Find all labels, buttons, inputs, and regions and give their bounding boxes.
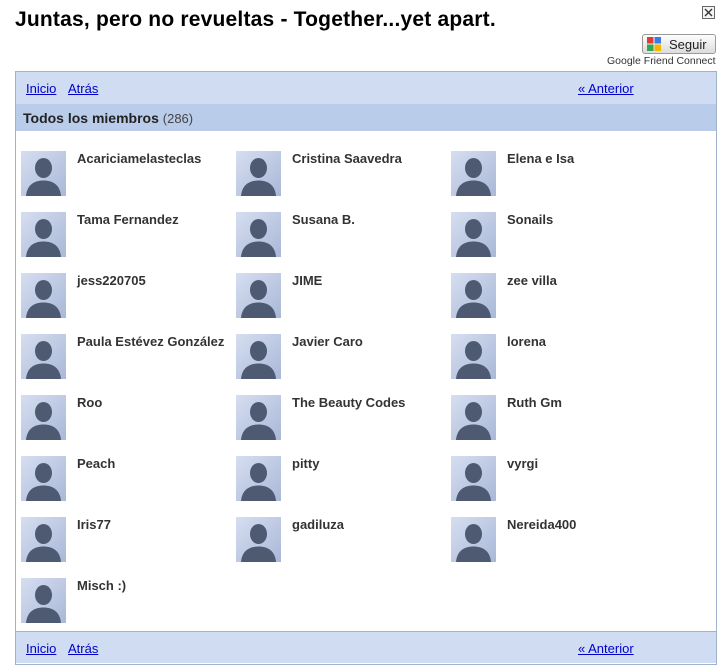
- default-avatar-icon[interactable]: [236, 151, 281, 196]
- close-button[interactable]: [702, 6, 715, 19]
- member-name[interactable]: gadiluza: [292, 517, 440, 533]
- page-title: Juntas, pero no revueltas - Together...y…: [15, 8, 496, 31]
- default-avatar-icon[interactable]: [21, 273, 66, 318]
- member-card[interactable]: JIME: [236, 273, 441, 333]
- default-avatar-icon[interactable]: [21, 334, 66, 379]
- member-card[interactable]: zee villa: [451, 273, 656, 333]
- default-avatar-icon[interactable]: [21, 151, 66, 196]
- member-card[interactable]: Elena e Isa: [451, 151, 656, 211]
- previous-link[interactable]: « Anterior: [578, 81, 634, 96]
- member-name[interactable]: Misch :): [77, 578, 225, 594]
- section-title: Todos los miembros: [23, 110, 159, 126]
- member-name[interactable]: Susana B.: [292, 212, 440, 228]
- member-card[interactable]: Ruth Gm: [451, 395, 656, 455]
- default-avatar-icon[interactable]: [451, 273, 496, 318]
- member-card[interactable]: Misch :): [21, 578, 226, 638]
- default-avatar-icon[interactable]: [21, 456, 66, 501]
- top-nav-bar: Inicio Atrás « Anterior: [16, 72, 716, 104]
- member-name[interactable]: Acariciamelasteclas: [77, 151, 225, 167]
- default-avatar-icon[interactable]: [451, 456, 496, 501]
- member-card[interactable]: Paula Estévez González: [21, 334, 226, 394]
- member-card[interactable]: pitty: [236, 456, 441, 516]
- section-header: Todos los miembros (286): [16, 104, 716, 131]
- member-card[interactable]: jess220705: [21, 273, 226, 333]
- member-card[interactable]: Susana B.: [236, 212, 441, 272]
- member-name[interactable]: vyrgi: [507, 456, 655, 472]
- default-avatar-icon[interactable]: [451, 212, 496, 257]
- member-card[interactable]: Cristina Saavedra: [236, 151, 441, 211]
- back-link[interactable]: Atrás: [68, 81, 98, 96]
- member-card[interactable]: lorena: [451, 334, 656, 394]
- member-card[interactable]: Nereida400: [451, 517, 656, 577]
- default-avatar-icon[interactable]: [21, 212, 66, 257]
- member-name[interactable]: zee villa: [507, 273, 655, 289]
- close-icon: [704, 8, 713, 17]
- back-link-bottom[interactable]: Atrás: [68, 641, 98, 656]
- member-card[interactable]: Javier Caro: [236, 334, 441, 394]
- member-card[interactable]: Roo: [21, 395, 226, 455]
- member-name[interactable]: The Beauty Codes: [292, 395, 440, 411]
- member-name[interactable]: Ruth Gm: [507, 395, 655, 411]
- default-avatar-icon[interactable]: [21, 517, 66, 562]
- default-avatar-icon[interactable]: [451, 334, 496, 379]
- member-name[interactable]: Sonails: [507, 212, 655, 228]
- default-avatar-icon[interactable]: [236, 334, 281, 379]
- member-name[interactable]: Peach: [77, 456, 225, 472]
- member-name[interactable]: jess220705: [77, 273, 225, 289]
- member-name[interactable]: pitty: [292, 456, 440, 472]
- member-name[interactable]: Paula Estévez González: [77, 334, 225, 350]
- home-link[interactable]: Inicio: [26, 81, 56, 96]
- members-panel: Inicio Atrás « Anterior Todos los miembr…: [15, 71, 717, 665]
- member-name[interactable]: lorena: [507, 334, 655, 350]
- member-card[interactable]: Peach: [21, 456, 226, 516]
- default-avatar-icon[interactable]: [236, 517, 281, 562]
- default-avatar-icon[interactable]: [451, 151, 496, 196]
- default-avatar-icon[interactable]: [21, 395, 66, 440]
- follow-button-label: Seguir: [669, 36, 707, 52]
- previous-link-bottom[interactable]: « Anterior: [578, 641, 634, 656]
- default-avatar-icon[interactable]: [236, 212, 281, 257]
- member-grid: Acariciamelasteclas Cristina Saavedra Elen…: [16, 131, 716, 631]
- bottom-nav-bar: Inicio Atrás « Anterior: [16, 631, 716, 663]
- google-logo-icon: [647, 37, 661, 51]
- default-avatar-icon[interactable]: [21, 578, 66, 623]
- member-card[interactable]: Sonails: [451, 212, 656, 272]
- member-count: (286): [162, 111, 194, 126]
- member-name[interactable]: Cristina Saavedra: [292, 151, 440, 167]
- member-card[interactable]: The Beauty Codes: [236, 395, 441, 455]
- member-name[interactable]: Javier Caro: [292, 334, 440, 350]
- member-name[interactable]: Nereida400: [507, 517, 655, 533]
- provider-label: Google Friend Connect: [607, 55, 716, 67]
- member-card[interactable]: Iris77: [21, 517, 226, 577]
- default-avatar-icon[interactable]: [236, 395, 281, 440]
- member-card[interactable]: Tama Fernandez: [21, 212, 226, 272]
- member-name[interactable]: Roo: [77, 395, 225, 411]
- member-name[interactable]: Tama Fernandez: [77, 212, 225, 228]
- member-card[interactable]: vyrgi: [451, 456, 656, 516]
- default-avatar-icon[interactable]: [451, 395, 496, 440]
- member-card[interactable]: Acariciamelasteclas: [21, 151, 226, 211]
- member-name[interactable]: Elena e Isa: [507, 151, 655, 167]
- default-avatar-icon[interactable]: [236, 456, 281, 501]
- member-card[interactable]: gadiluza: [236, 517, 441, 577]
- default-avatar-icon[interactable]: [451, 517, 496, 562]
- home-link-bottom[interactable]: Inicio: [26, 641, 56, 656]
- member-name[interactable]: Iris77: [77, 517, 225, 533]
- default-avatar-icon[interactable]: [236, 273, 281, 318]
- follow-button[interactable]: Seguir: [642, 34, 716, 54]
- member-name[interactable]: JIME: [292, 273, 440, 289]
